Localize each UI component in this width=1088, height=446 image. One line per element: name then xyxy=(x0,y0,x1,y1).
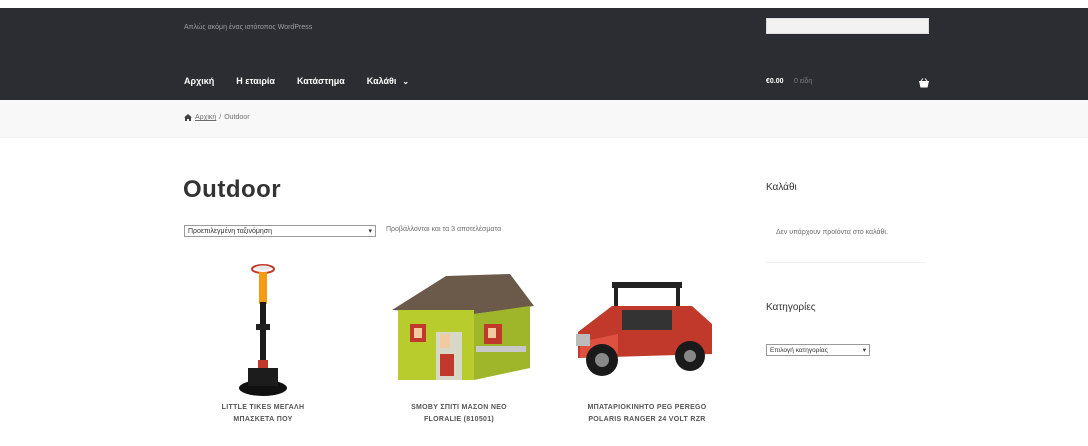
product-title-line: SMOBY ΣΠΙΤΙ ΜΑΣΟΝ ΝΕΟ xyxy=(411,404,507,411)
product-title-line: POLARIS RANGER 24 VOLT RZR xyxy=(588,416,706,423)
product-title[interactable]: SMOBY ΣΠΙΤΙ ΜΑΣΟΝ ΝΕΟ FLORALIE (810501) xyxy=(384,402,534,426)
sort-select-value: Προεπιλεγμένη ταξινόμηση xyxy=(188,227,272,235)
nav-shop-label: Κατάστημα xyxy=(296,76,345,86)
site-tagline: Απλώς ακόμη ένας ιστότοπος WordPress xyxy=(184,24,313,31)
product-title-line: ΜΠΑΤΑΡΙΟΚΙΝΗΤΟ PEG PEREGO xyxy=(587,404,707,411)
product-image-toy-jeep[interactable] xyxy=(572,262,722,402)
header-cart-amount[interactable]: €0.00 xyxy=(766,78,784,85)
nav-cart-label: Καλάθι xyxy=(366,76,397,86)
product-card[interactable]: ΜΠΑΤΑΡΙΟΚΙΝΗΤΟ PEG PEREGO POLARIS RANGER… xyxy=(572,262,722,426)
dropdown-arrow-icon: ▾ xyxy=(862,347,866,354)
dropdown-arrow-icon: ▾ xyxy=(368,228,372,235)
nav-home-label: Αρχική xyxy=(184,76,215,86)
product-title[interactable]: LITTLE TIKES ΜΕΓΑΛΗ ΜΠΑΣΚΕΤΑ ΠΟΥ xyxy=(188,402,338,426)
home-icon xyxy=(184,114,192,121)
sidebar-categories-title: Κατηγορίες xyxy=(766,302,816,313)
product-image-playhouse[interactable] xyxy=(384,262,534,402)
product-image-basketball-hoop[interactable] xyxy=(188,262,338,402)
result-count: Προβάλλονται και τα 3 αποτελέσματα xyxy=(386,226,502,233)
search-input[interactable] xyxy=(766,18,929,34)
breadcrumb-home-link[interactable]: Αρχική xyxy=(195,114,216,121)
nav-item-shop[interactable]: Κατάστημα xyxy=(297,76,345,86)
nav-item-company[interactable]: Η εταιρία xyxy=(236,76,275,86)
chevron-down-icon: ⌄ xyxy=(402,76,410,86)
product-title-line: LITTLE TIKES ΜΕΓΑΛΗ xyxy=(221,404,305,411)
breadcrumb-separator: / xyxy=(219,114,222,121)
nav-company-label: Η εταιρία xyxy=(236,76,275,86)
product-title-line: ΜΠΑΣΚΕΤΑ ΠΟΥ xyxy=(233,416,293,423)
breadcrumb: Αρχική / Outdoor xyxy=(184,114,250,121)
sort-select[interactable]: Προεπιλεγμένη ταξινόμηση ▾ xyxy=(184,225,376,237)
primary-nav: Αρχική Η εταιρία Κατάστημα Καλάθι ⌄ xyxy=(184,76,431,86)
category-select[interactable]: Επιλογή κατηγορίας ▾ xyxy=(766,344,870,356)
basket-icon[interactable] xyxy=(918,78,930,88)
product-card[interactable]: LITTLE TIKES ΜΕΓΑΛΗ ΜΠΑΣΚΕΤΑ ΠΟΥ xyxy=(188,262,338,426)
product-title[interactable]: ΜΠΑΤΑΡΙΟΚΙΝΗΤΟ PEG PEREGO POLARIS RANGER… xyxy=(572,402,722,426)
breadcrumb-current: Outdoor xyxy=(224,114,250,121)
page-title: Outdoor xyxy=(183,176,282,203)
breadcrumb-bar xyxy=(0,100,1088,138)
header-cart-count[interactable]: 0 είδη xyxy=(794,78,812,85)
sidebar-divider xyxy=(766,262,926,263)
product-card[interactable]: SMOBY ΣΠΙΤΙ ΜΑΣΟΝ ΝΕΟ FLORALIE (810501) xyxy=(384,262,534,426)
nav-item-cart[interactable]: Καλάθι ⌄ xyxy=(367,76,409,86)
sidebar-cart-empty: Δεν υπάρχουν προϊόντα στο καλάθι. xyxy=(776,229,888,236)
category-select-value: Επιλογή κατηγορίας xyxy=(770,346,828,354)
product-title-line: FLORALIE (810501) xyxy=(423,416,495,423)
site-header: Απλώς ακόμη ένας ιστότοπος WordPress Αρχ… xyxy=(0,8,1088,100)
nav-item-home[interactable]: Αρχική xyxy=(184,76,214,86)
sidebar-cart-title: Καλάθι xyxy=(766,182,797,193)
